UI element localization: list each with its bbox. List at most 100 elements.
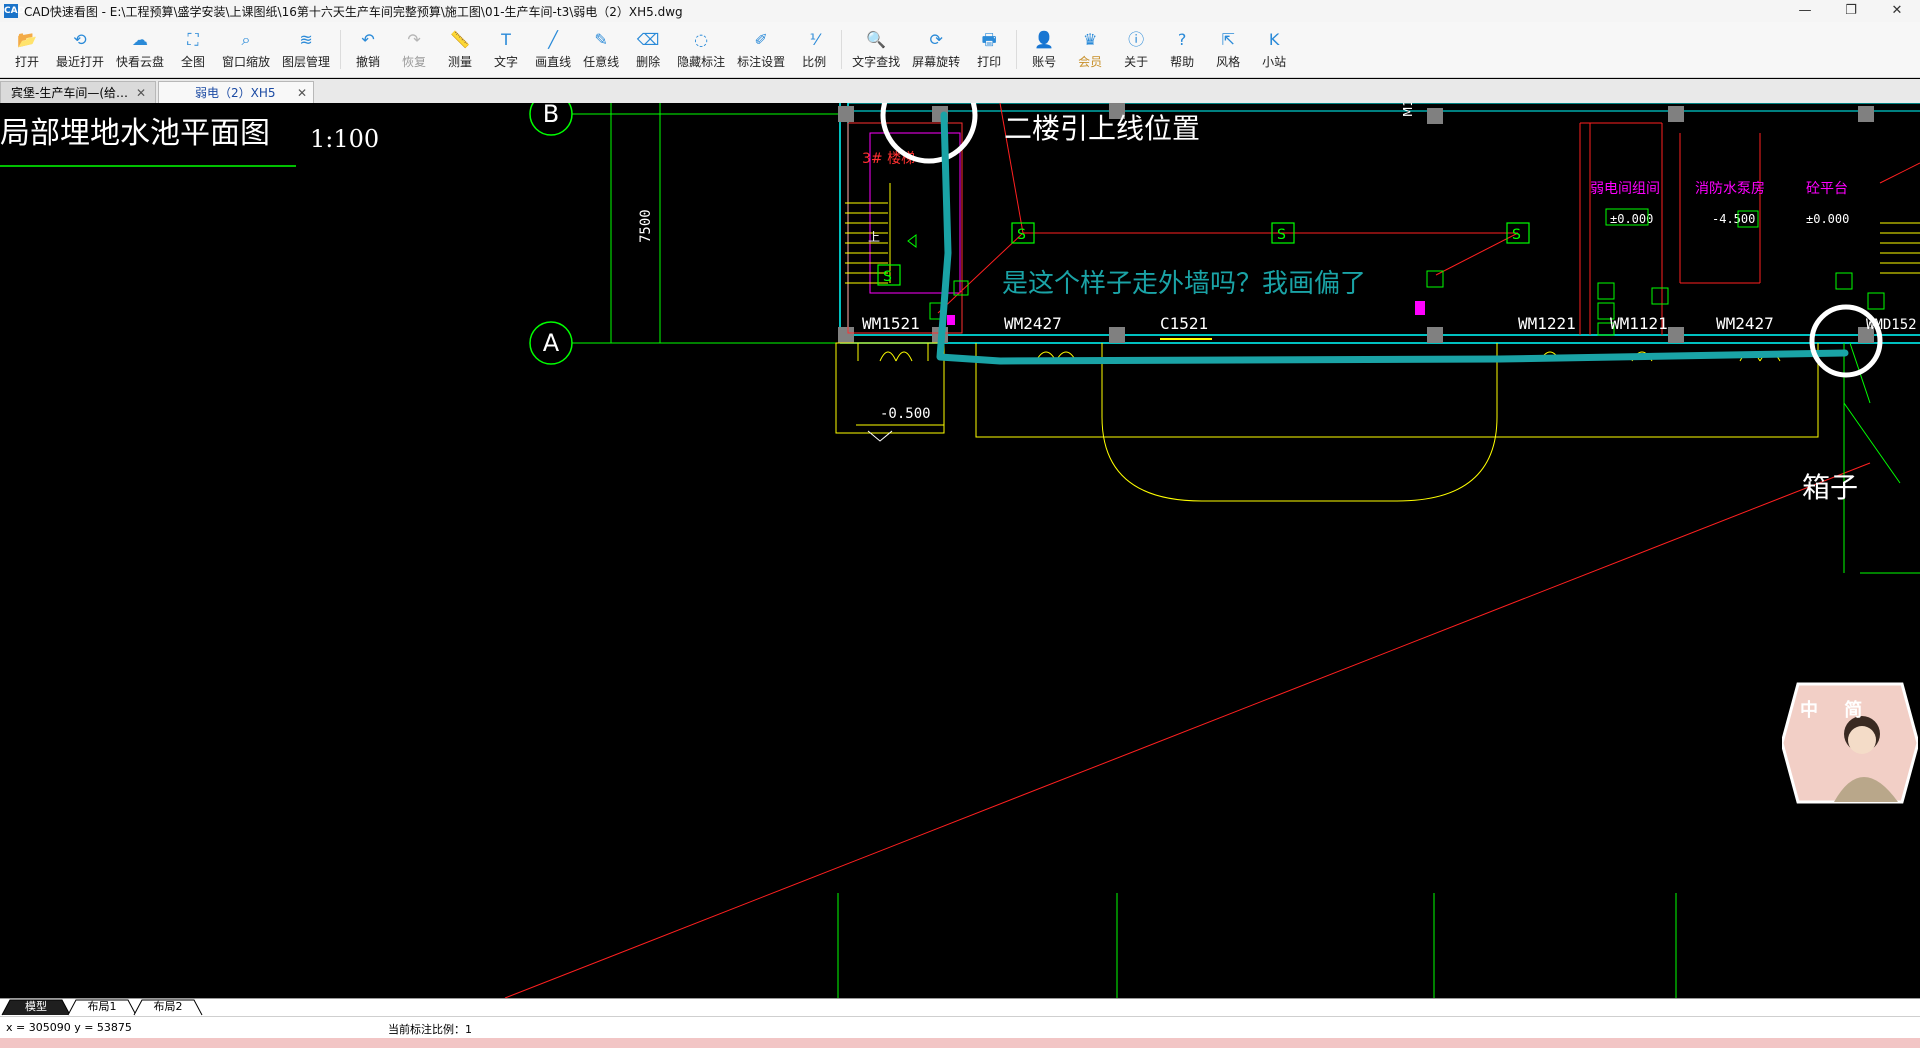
toolbar-button-label: 关于 [1124, 54, 1149, 69]
toolbar-button-hide-annotation[interactable]: ◌ 隐藏标注 [671, 22, 731, 77]
toolbar-button-label: 撤销 [356, 54, 381, 69]
toolbar-button-scale[interactable]: ⅟ 比例 [791, 22, 837, 77]
close-button[interactable]: ✕ [1874, 0, 1920, 22]
toolbar-button-label: 屏幕旋转 [912, 54, 961, 69]
layers-icon: ≋ [299, 29, 313, 49]
misc-label: M1 [1401, 103, 1415, 117]
toolbar-button-eraser[interactable]: ⌫ 删除 [625, 22, 671, 77]
toolbar-button-annotation-settings[interactable]: ✐ 标注设置 [731, 22, 791, 77]
elevation-3: ±0.000 [1806, 212, 1849, 226]
cad-drawing: 局部埋地水池平面图 1:100 B A 7500 3# 楼梯 上 M1 S S … [0, 103, 1920, 998]
print-icon: 🖶 [981, 29, 997, 49]
fit-all-icon: ⛶ [187, 29, 199, 49]
toolbar-button-layers[interactable]: ≋ 图层管理 [276, 22, 336, 77]
measure-icon: 📏 [450, 29, 471, 49]
toolbar-button-redo[interactable]: ↷ 恢复 [391, 22, 437, 77]
door-label-4: WM1221 [1518, 314, 1576, 333]
text-search-icon: 🔍 [866, 29, 887, 49]
toolbar-button-label: 隐藏标注 [677, 54, 726, 69]
redo-icon: ↷ [407, 29, 421, 49]
layout-tab-bar: 模型 布局1 布局2 [0, 998, 1920, 1017]
history-icon: ⟲ [73, 29, 87, 49]
toolbar-button-account[interactable]: 👤 账号 [1021, 22, 1067, 77]
toolbar-button-cloud[interactable]: ☁ 快看云盘 [110, 22, 170, 77]
door-label-1: WM1521 [862, 314, 920, 333]
toolbar-button-station[interactable]: K 小站 [1251, 22, 1297, 77]
toolbar-button-line[interactable]: ╱ 画直线 [529, 22, 577, 77]
toolbar-button-vip[interactable]: ♛ 会员 [1067, 22, 1113, 77]
drawing-scale: 1:100 [310, 125, 379, 153]
route-question: 是这个样子走外墙吗？我画偏了 [1002, 269, 1367, 299]
toolbar-button-help[interactable]: ? 帮助 [1159, 22, 1205, 77]
box-note: 箱子 [1802, 471, 1859, 504]
cloud-icon: ☁ [132, 29, 149, 49]
toolbar-button-label: 任意线 [583, 54, 620, 69]
elevation-1: ±0.000 [1610, 212, 1653, 226]
tab-document-2[interactable]: 弱电（2）XH5 ✕ [158, 81, 314, 103]
riser-note: 二楼引上线位置 [1004, 112, 1201, 145]
toolbar-button-label: 会员 [1078, 54, 1103, 69]
toolbar-button-text[interactable]: T 文字 [483, 22, 529, 77]
toolbar-button-fit-all[interactable]: ⛶ 全图 [170, 22, 216, 77]
info-icon: ⓘ [1128, 29, 1145, 49]
toolbar-button-label: 小站 [1262, 54, 1287, 69]
toolbar-button-label: 图层管理 [282, 54, 331, 69]
annotation-scale: 当前标注比例：1 [388, 1023, 472, 1036]
tab-document-1[interactable]: 宾堡-生产车间—(给… ✕ [0, 81, 156, 103]
toolbar-button-measure[interactable]: 📏 测量 [437, 22, 483, 77]
toolbar-button-undo[interactable]: ↶ 撤销 [345, 22, 391, 77]
minimize-button[interactable]: — [1782, 0, 1828, 22]
undo-icon: ↶ [361, 29, 375, 49]
zoom-window-icon: ⌕ [241, 29, 251, 49]
toolbar-button-style[interactable]: ⇱ 风格 [1205, 22, 1251, 77]
toolbar-button-history[interactable]: ⟲ 最近打开 [50, 22, 110, 77]
station-icon: K [1268, 29, 1280, 49]
toolbar-button-freehand[interactable]: ✎ 任意线 [577, 22, 625, 77]
toolbar-button-zoom-window[interactable]: ⌕ 窗口缩放 [216, 22, 276, 77]
toolbar-separator [841, 30, 843, 69]
toolbar-button-label: 画直线 [535, 54, 572, 69]
tab-label: 弱电（2）XH5 [195, 86, 276, 100]
toolbar-separator [1016, 30, 1018, 69]
toolbar-button-label: 全图 [181, 54, 206, 69]
svg-text:S: S [883, 269, 892, 285]
layout-tab-1[interactable]: 布局1 [76, 999, 128, 1015]
outdoor-platform [835, 342, 1819, 502]
freehand-icon: ✎ [594, 29, 608, 49]
toolbar-button-label: 删除 [636, 54, 661, 69]
restore-button[interactable]: ❐ [1828, 0, 1874, 22]
drawing-canvas[interactable]: 局部埋地水池平面图 1:100 B A 7500 3# 楼梯 上 M1 S S … [0, 103, 1920, 998]
up-label: 上 [868, 230, 880, 244]
folder-open-icon: 📂 [17, 29, 37, 49]
svg-text:S: S [1017, 227, 1026, 243]
elevation-4: -0.500 [880, 406, 931, 422]
help-icon: ? [1177, 29, 1187, 49]
toolbar-button-text-search[interactable]: 🔍 文字查找 [846, 22, 906, 77]
style-icon: ⇱ [1221, 29, 1235, 49]
toolbar-button-rotate-screen[interactable]: ⟳ 屏幕旋转 [906, 22, 966, 77]
toolbar-button-label: 帮助 [1170, 54, 1195, 69]
toolbar-button-label: 比例 [802, 54, 827, 69]
tab-close-icon[interactable]: ✕ [136, 86, 146, 100]
toolbar-button-label: 恢复 [402, 54, 427, 69]
app-logo-icon: CAD [4, 4, 26, 18]
layout-tab-model[interactable]: 模型 [10, 999, 62, 1015]
main-toolbar: 📂 打开 ⟲ 最近打开 ☁ 快看云盘 ⛶ 全图 ⌕ 窗口缩放 ≋ 图层管理 ↶ 撤销 ↷ 恢复 📏 测量 T 文字 ╱ 画… [0, 22, 1920, 78]
layout-tab-2[interactable]: 布局2 [142, 999, 194, 1015]
status-bar: x = 305090 y = 53875 当前标注比例：1 [0, 1016, 1920, 1039]
toolbar-button-info[interactable]: ⓘ 关于 [1113, 22, 1159, 77]
eraser-icon: ⌫ [636, 29, 660, 49]
hide-annotation-icon: ◌ [694, 29, 709, 49]
door-label-3: C1521 [1160, 314, 1208, 333]
text-icon: T [501, 29, 511, 49]
toolbar-button-label: 最近打开 [56, 54, 105, 69]
toolbar-button-folder-open[interactable]: 📂 打开 [4, 22, 50, 77]
svg-text:S: S [1512, 227, 1521, 243]
toolbar-button-label: 标注设置 [737, 54, 786, 69]
toolbar-button-label: 账号 [1032, 54, 1057, 69]
door-label-5: WM1121 [1610, 314, 1668, 333]
tab-close-icon[interactable]: ✕ [297, 86, 307, 100]
line-icon: ╱ [548, 29, 558, 49]
tab-label: 宾堡-生产车间—(给… [11, 86, 129, 100]
toolbar-button-print[interactable]: 🖶 打印 [966, 22, 1012, 77]
